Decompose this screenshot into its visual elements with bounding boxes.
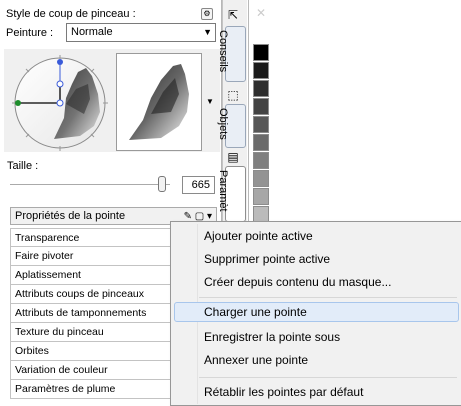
paint-mode-value: Normale (71, 26, 113, 38)
color-swatch[interactable] (253, 134, 269, 151)
tab-parametres[interactable]: Paramèt (217, 166, 246, 222)
size-label: Taille : (7, 160, 39, 172)
menu-item-creer-masque[interactable]: Créer depuis contenu du masque... (204, 275, 391, 289)
menu-item-ajouter-pointe[interactable]: Ajouter pointe active (204, 229, 313, 243)
brush-tip-context-menu: Ajouter pointe active Supprimer pointe a… (170, 221, 461, 406)
properties-header-label: Propriétés de la pointe (15, 210, 126, 222)
gear-icon[interactable]: ⚙ (201, 8, 213, 20)
color-swatch[interactable] (253, 152, 269, 169)
help-pointer-icon: ⇱ (227, 8, 239, 22)
size-slider-track[interactable] (10, 184, 170, 185)
chevron-down-icon[interactable]: ▼ (202, 53, 218, 151)
menu-item-retablir-pointes[interactable]: Rétablir les pointes par défaut (204, 385, 363, 399)
paint-label: Peinture : (6, 27, 54, 39)
color-swatch[interactable] (253, 80, 269, 97)
color-swatch[interactable] (253, 98, 269, 115)
no-color-icon[interactable]: ✕ (254, 6, 268, 20)
color-swatch[interactable] (253, 44, 269, 61)
color-swatch[interactable] (253, 188, 269, 205)
size-value-field[interactable]: 665 (182, 176, 215, 194)
tab-conseils[interactable]: Conseils (217, 26, 246, 82)
menu-item-supprimer-pointe[interactable]: Supprimer pointe active (204, 252, 330, 266)
brush-style-label: Style de coup de pinceau : (6, 8, 136, 20)
brush-settings-icon: ▤ (227, 150, 239, 164)
objects-icon: ⬚ (227, 88, 239, 102)
color-swatch[interactable] (253, 170, 269, 187)
tab-objets[interactable]: Objets (217, 104, 246, 148)
menu-item-charger-pointe[interactable]: Charger une pointe (204, 305, 307, 319)
brush-angle-dial[interactable] (6, 54, 112, 154)
size-slider-thumb[interactable] (158, 176, 166, 192)
paint-mode-select[interactable]: Normale ▼ (66, 23, 216, 42)
color-swatch[interactable] (253, 62, 269, 79)
menu-item-enregistrer-pointe[interactable]: Enregistrer la pointe sous (204, 330, 340, 344)
chevron-down-icon: ▼ (203, 27, 212, 37)
menu-separator (199, 377, 457, 378)
color-swatch[interactable] (253, 116, 269, 133)
menu-item-annexer-pointe[interactable]: Annexer une pointe (204, 353, 308, 367)
brush-tip-thumbnail[interactable] (116, 53, 202, 151)
menu-separator (199, 297, 457, 298)
